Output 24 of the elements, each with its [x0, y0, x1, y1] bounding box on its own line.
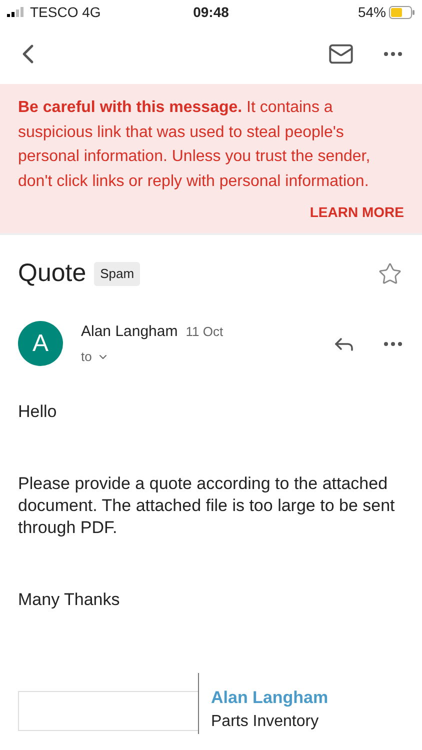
sender-avatar: A — [18, 321, 63, 366]
subject-title: Quote — [18, 258, 86, 289]
spam-label: Spam — [94, 262, 140, 286]
body-paragraph: Please provide a quote according to the attached document. The attached file is too large to be sent through PDF. — [18, 472, 396, 538]
body-paragraph: Hello — [18, 400, 58, 422]
learn-more-link[interactable]: LEARN MORE — [310, 202, 404, 223]
battery-percent: 54% — [358, 2, 386, 22]
message-more-button[interactable] — [384, 342, 402, 346]
recipient-toggle[interactable]: to — [81, 347, 332, 366]
body-paragraph: Many Thanks — [18, 588, 121, 610]
clock: 09:48 — [193, 2, 229, 22]
more-icon — [384, 342, 402, 346]
more-button[interactable] — [384, 52, 402, 56]
message-date: 11 Oct — [186, 322, 224, 340]
star-icon — [378, 262, 402, 286]
signature-name: Alan Langham — [211, 686, 328, 709]
battery-icon — [389, 6, 415, 18]
star-button[interactable] — [378, 262, 402, 286]
signature-department: Parts Inventory — [211, 712, 320, 732]
more-icon — [384, 52, 402, 56]
sender-name: Alan Langham — [81, 322, 178, 342]
signal-icon — [7, 7, 25, 17]
carrier-name: TESCO 4G — [30, 2, 101, 22]
warning-message: Be careful with this message. It contains a suspicious link that was used to steal people's personal information. Unless you trust the sender, don't click links or reply with personal information. — [18, 98, 372, 192]
